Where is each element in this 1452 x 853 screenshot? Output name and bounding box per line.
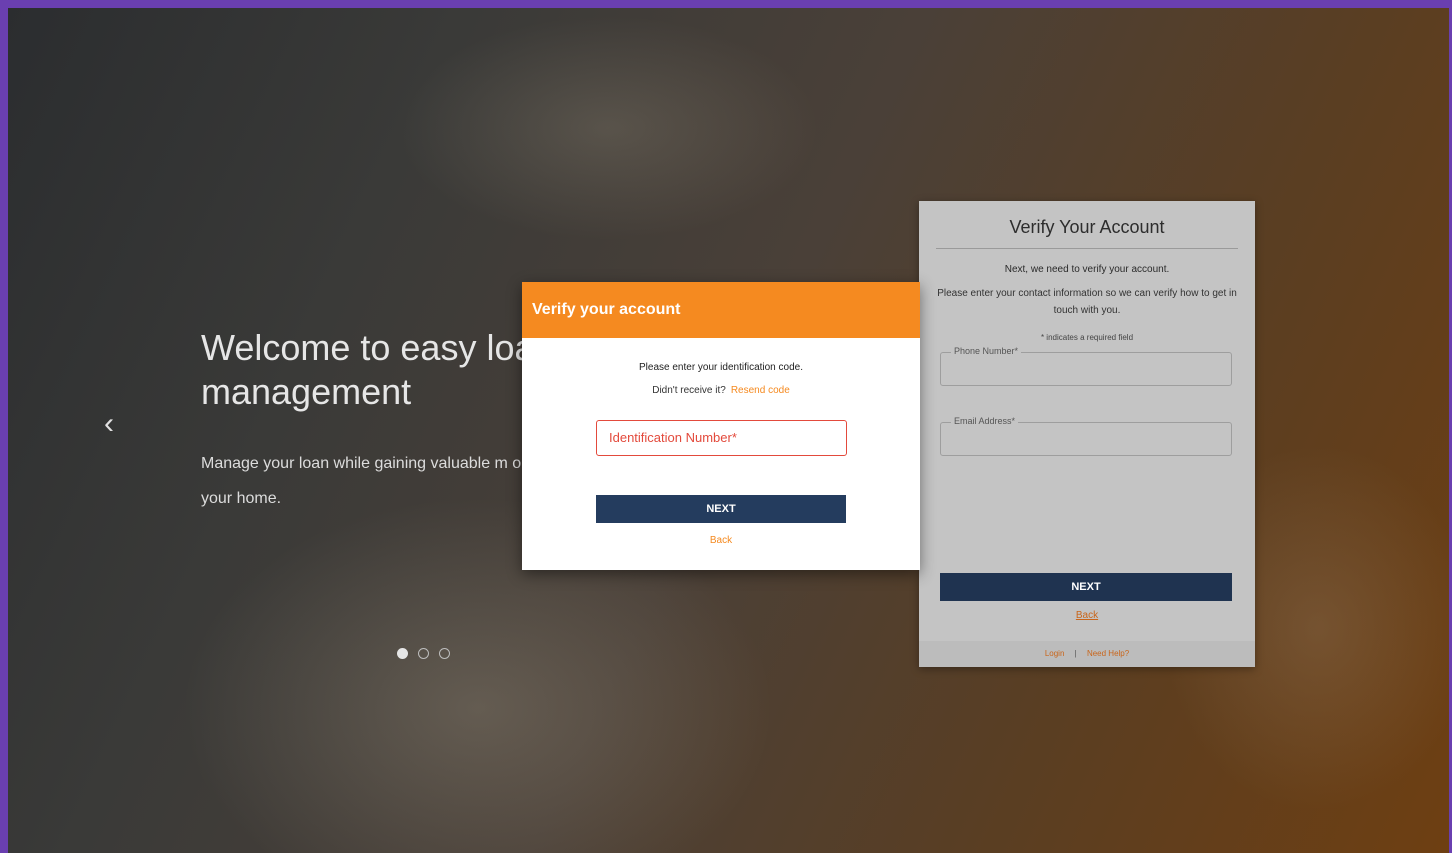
carousel-dot-2[interactable] (418, 648, 429, 659)
required-note: * indicates a required field (1040, 333, 1134, 342)
divider (936, 248, 1238, 249)
email-address-field[interactable]: Email Address* (940, 416, 1232, 456)
modal-next-button[interactable]: NEXT (596, 495, 846, 523)
carousel-dot-3[interactable] (439, 648, 450, 659)
login-link[interactable]: Login (1045, 649, 1065, 658)
form-back-link[interactable]: Back (919, 610, 1255, 621)
resend-row: Didn't receive it? Resend code (522, 385, 920, 396)
hero-title: Welcome to easy loan management (201, 327, 555, 412)
hero-subtitle: Manage your loan while gaining valuable … (201, 455, 531, 507)
verify-modal: Verify your account Please enter your id… (522, 282, 920, 570)
window-border-left (0, 0, 8, 853)
window-border-top (0, 0, 1452, 8)
resend-code-link[interactable]: Resend code (731, 385, 790, 396)
form-title: Verify Your Account (1009, 217, 1165, 237)
form-instructions: Please enter your contact information so… (937, 288, 1237, 316)
form-next-button[interactable]: NEXT (940, 573, 1232, 601)
carousel-dot-1[interactable] (397, 648, 408, 659)
chevron-left-icon[interactable]: ‹ (94, 406, 124, 442)
form-footer: Login | Need Help? (919, 641, 1255, 667)
form-intro: Next, we need to verify your account. (1004, 264, 1170, 275)
carousel-dots (397, 648, 450, 659)
didnt-receive-text: Didn't receive it? (652, 385, 726, 396)
modal-back-link[interactable]: Back (522, 535, 920, 546)
footer-separator: | (1074, 649, 1077, 658)
email-address-label: Email Address* (951, 416, 1019, 426)
identification-number-input[interactable]: Identification Number* (596, 420, 847, 456)
phone-number-field[interactable]: Phone Number* (940, 346, 1232, 386)
modal-title: Verify your account (522, 282, 920, 338)
verify-account-form: Verify Your Account Next, we need to ver… (919, 201, 1255, 667)
phone-number-label: Phone Number* (951, 346, 1022, 356)
modal-instruction: Please enter your identification code. (639, 362, 803, 373)
need-help-link[interactable]: Need Help? (1087, 649, 1129, 658)
